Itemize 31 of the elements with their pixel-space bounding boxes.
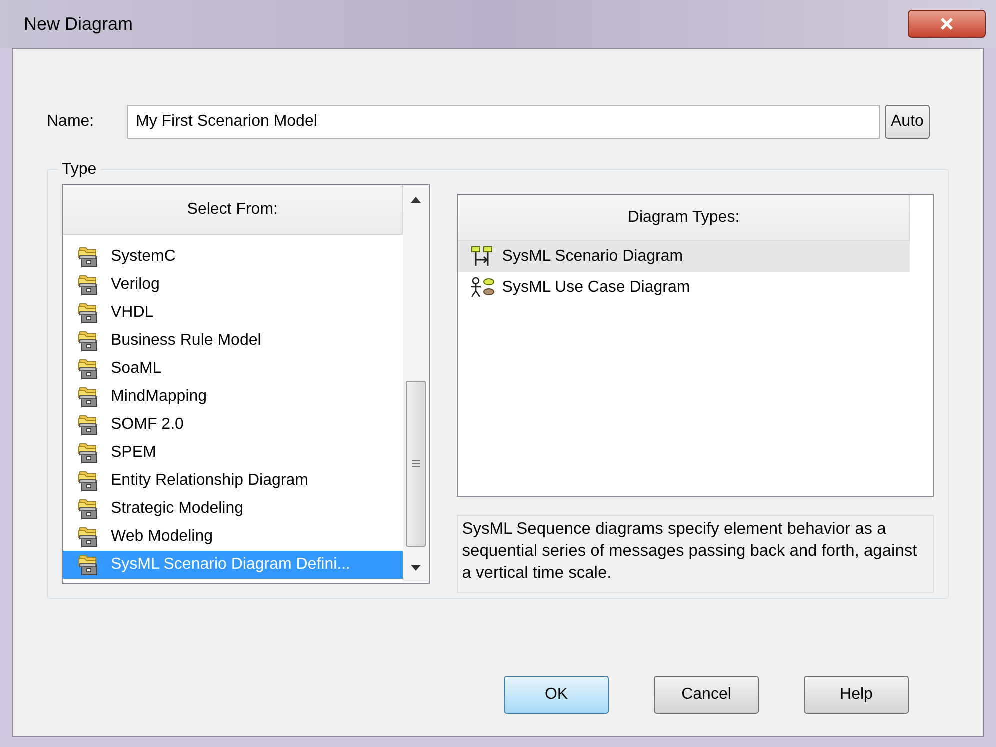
scroll-up-icon xyxy=(411,197,422,203)
column-header: Diagram Types: xyxy=(458,195,910,241)
scrollbar[interactable] xyxy=(403,185,430,583)
window-title: New Diagram xyxy=(24,12,134,36)
scroll-thumb[interactable] xyxy=(406,381,426,547)
list-item[interactable]: VHDL xyxy=(63,299,404,327)
description-text: SysML Sequence diagrams specify element behavior as a sequential series of messages passing back and forth, against a vertical time scale. xyxy=(457,515,934,593)
dialog-button[interactable]: Cancel xyxy=(654,676,759,714)
list-item[interactable]: Strategic Modeling xyxy=(63,495,404,523)
name-input-field[interactable]: My First Scenarion Model xyxy=(127,105,880,139)
list-item[interactable]: SystemC xyxy=(63,243,404,271)
scroll-down-icon xyxy=(411,565,422,571)
grip-icon xyxy=(412,460,420,468)
column-header: Select From: xyxy=(63,185,404,235)
list-item[interactable]: SoaML xyxy=(63,355,404,383)
auto-button[interactable]: Auto xyxy=(885,105,930,139)
list-item[interactable]: MindMapping xyxy=(63,383,404,411)
close-button[interactable] xyxy=(908,10,986,38)
list-item[interactable]: SysML Use Case Diagram xyxy=(458,272,910,303)
list-item[interactable]: SPEM xyxy=(63,439,404,467)
dialog-button[interactable]: Help xyxy=(804,676,909,714)
close-icon xyxy=(940,17,954,31)
name-label: Name: xyxy=(47,112,96,132)
list-item[interactable]: SOMF 2.0 xyxy=(63,411,404,439)
list-item[interactable]: SysML Scenario Diagram xyxy=(458,241,910,272)
list-item[interactable]: Web Modeling xyxy=(63,523,404,551)
list-item[interactable]: Entity Relationship Diagram xyxy=(63,467,404,495)
dialog-button[interactable]: OK xyxy=(504,676,609,714)
actor-use-case-icon xyxy=(470,276,496,298)
list-item[interactable]: Verilog xyxy=(63,271,404,299)
list-item[interactable]: Business Rule Model xyxy=(63,327,404,355)
